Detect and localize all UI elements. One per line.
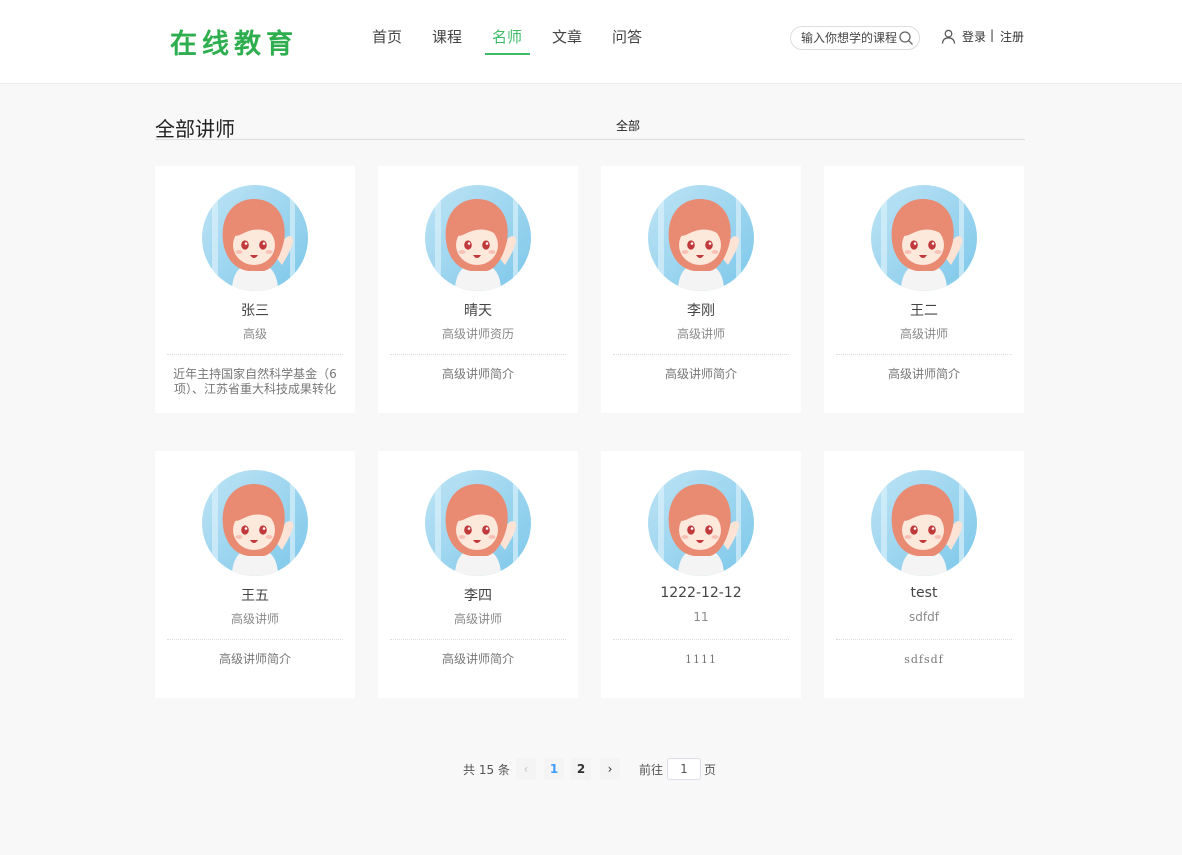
card-divider xyxy=(390,639,566,640)
card-divider xyxy=(836,354,1012,355)
teacher-title: 11 xyxy=(693,610,709,624)
avatar[interactable] xyxy=(425,470,531,576)
goto-label: 前往 xyxy=(639,763,664,777)
register-link[interactable]: 注册 xyxy=(1000,28,1024,45)
teacher-name[interactable]: 李刚 xyxy=(601,300,801,320)
avatar[interactable] xyxy=(648,185,754,291)
avatar[interactable] xyxy=(871,470,977,576)
avatar-illustration xyxy=(648,185,754,291)
auth-divider: | xyxy=(990,28,995,42)
teacher-intro: 高级讲师简介 xyxy=(441,652,514,666)
teacher-card[interactable]: 张三高级近年主持国家自然科学基金（6项）、江苏省重大科技成果转化 xyxy=(155,166,355,413)
teacher-title: 高级讲师资历 xyxy=(441,327,514,341)
page-number-2[interactable]: 2 xyxy=(571,758,591,780)
user-icon xyxy=(941,29,956,44)
next-page-button[interactable]: › xyxy=(600,758,620,780)
site-header: 在线教育 首页 课程 名师 文章 问答 登录 | 注册 xyxy=(0,0,1182,84)
card-divider xyxy=(613,639,789,640)
avatar-illustration xyxy=(425,185,531,291)
section-divider xyxy=(155,139,1025,140)
prev-page-button[interactable]: ‹ xyxy=(516,758,536,780)
total-count: 共 15 条 xyxy=(463,763,510,777)
card-divider xyxy=(836,639,1012,640)
teacher-intro: 高级讲师简介 xyxy=(441,367,514,381)
search-input[interactable] xyxy=(801,30,901,46)
filter-all[interactable]: 全部 xyxy=(616,117,640,134)
teacher-name[interactable]: 王五 xyxy=(155,585,355,605)
page-title: 全部讲师 xyxy=(155,117,235,141)
teacher-title: 高级讲师 xyxy=(899,327,948,341)
avatar-illustration xyxy=(871,470,977,576)
avatar-illustration xyxy=(202,470,308,576)
search-icon[interactable] xyxy=(898,30,914,46)
avatar[interactable] xyxy=(202,470,308,576)
page-number-1[interactable]: 1 xyxy=(544,758,564,780)
teacher-name[interactable]: 王二 xyxy=(824,300,1024,320)
nav-qa[interactable]: 问答 xyxy=(612,26,642,47)
teacher-card[interactable]: 1222-12-12 11 1111 xyxy=(601,451,801,698)
card-divider xyxy=(613,354,789,355)
pagination: 共 15 条 ‹ 1 2 › 前往 页 xyxy=(0,758,1182,780)
teacher-name[interactable]: 晴天 xyxy=(378,300,578,320)
teacher-card[interactable]: 李四高级讲师高级讲师简介 xyxy=(378,451,578,698)
teacher-card[interactable]: test sdfdf sdfsdf xyxy=(824,451,1024,698)
teacher-name[interactable]: 李四 xyxy=(378,585,578,605)
teacher-title: 高级 xyxy=(242,327,267,341)
teacher-title: 高级讲师 xyxy=(453,612,502,626)
avatar[interactable] xyxy=(202,185,308,291)
teacher-intro: 高级讲师简介 xyxy=(218,652,291,666)
goto-suffix: 页 xyxy=(704,763,717,777)
teacher-card[interactable]: 王二高级讲师高级讲师简介 xyxy=(824,166,1024,413)
avatar-illustration xyxy=(648,470,754,576)
teacher-name[interactable]: 张三 xyxy=(155,300,355,320)
avatar[interactable] xyxy=(871,185,977,291)
teacher-name[interactable]: test xyxy=(824,585,1024,601)
site-logo[interactable]: 在线教育 xyxy=(170,22,298,61)
card-divider xyxy=(167,354,343,355)
card-divider xyxy=(167,639,343,640)
teacher-title: 高级讲师 xyxy=(230,612,279,626)
teacher-card[interactable]: 李刚高级讲师高级讲师简介 xyxy=(601,166,801,413)
login-link[interactable]: 登录 xyxy=(962,28,986,45)
teacher-card[interactable]: 晴天高级讲师资历 高级讲师简介 xyxy=(378,166,578,413)
teacher-intro: sdfsdf xyxy=(904,653,944,666)
nav-courses[interactable]: 课程 xyxy=(432,26,462,47)
nav-home[interactable]: 首页 xyxy=(372,26,402,47)
teacher-intro: 近年主持国家自然科学基金（6项）、江苏省重大科技成果转化 xyxy=(173,367,337,396)
teacher-name[interactable]: 1222-12-12 xyxy=(601,585,801,601)
avatar-illustration xyxy=(202,185,308,291)
goto-page-input[interactable] xyxy=(667,758,701,780)
nav-teachers[interactable]: 名师 xyxy=(492,26,522,47)
teacher-intro: 1111 xyxy=(685,653,717,666)
nav-articles[interactable]: 文章 xyxy=(552,26,582,47)
teacher-title: 高级讲师 xyxy=(676,327,725,341)
teacher-intro: 高级讲师简介 xyxy=(887,367,960,381)
teacher-title: sdfdf xyxy=(909,610,939,624)
avatar-illustration xyxy=(425,470,531,576)
search-box xyxy=(790,26,920,50)
avatar[interactable] xyxy=(648,470,754,576)
nav-active-indicator xyxy=(485,53,530,55)
avatar-illustration xyxy=(871,185,977,291)
avatar[interactable] xyxy=(425,185,531,291)
card-divider xyxy=(390,354,566,355)
teacher-intro: 高级讲师简介 xyxy=(664,367,737,381)
teacher-card[interactable]: 王五高级讲师高级讲师简介 xyxy=(155,451,355,698)
